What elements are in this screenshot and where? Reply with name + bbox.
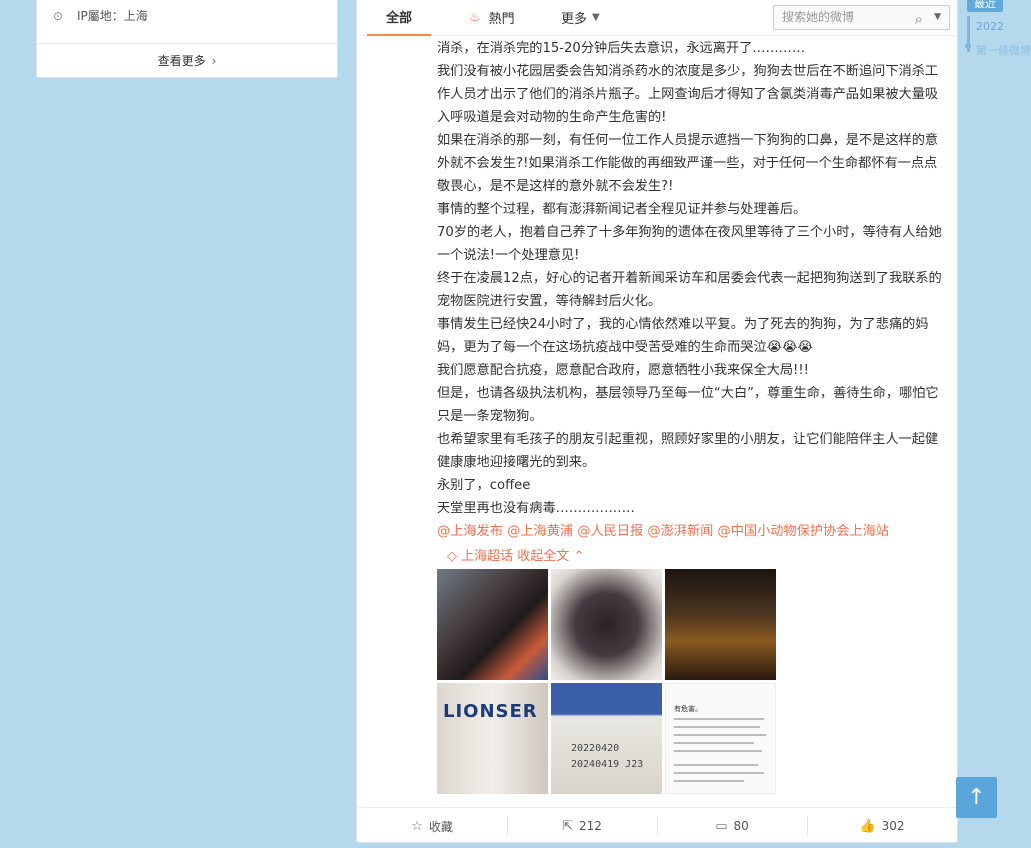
post-line: 永别了，coffee xyxy=(437,478,531,493)
document-line xyxy=(674,750,762,752)
post-line: 事情发生已经快24小时了，我的心情依然难以平复。为了死去的狗狗，为了悲痛的妈妈，… xyxy=(437,317,929,355)
photo-night-thumbnail[interactable] xyxy=(665,569,776,680)
timeline-first-post[interactable]: 第一條微博 xyxy=(976,42,1031,58)
feed-tabs: 全部 ♨ 熱門 更多 ▼ 搜索她的微博 ⌕ ▼ xyxy=(357,0,957,36)
post-line: 天堂里再也没有病毒……………… xyxy=(437,501,635,516)
search-placeholder: 搜索她的微博 xyxy=(782,10,855,24)
collect-label: 收藏 xyxy=(428,819,453,834)
post-line: 我们没有被小花园居委会告知消杀药水的浓度是多少，狗狗去世后在不断追问下消杀工作人… xyxy=(437,64,939,125)
document-line xyxy=(674,742,754,744)
post-line: 我们愿意配合抗疫，愿意配合政府，愿意牺牲小我来保全大局!!! xyxy=(437,363,809,378)
comment-button[interactable]: ▭ 80 xyxy=(657,808,807,842)
ip-location-label: IP屬地：上海 xyxy=(77,9,148,23)
tab-all-label: 全部 xyxy=(385,11,412,26)
photo-document-thumbnail[interactable]: 有危害。 xyxy=(665,683,776,794)
comment-icon: ▭ xyxy=(715,818,728,834)
photo-grid: LIONSER 20220420 20240419 J23 有危害。 xyxy=(437,569,777,794)
thumbs-up-icon: 👍 xyxy=(859,818,876,834)
profile-card: ⊙ IP屬地：上海 查看更多 › xyxy=(36,0,338,78)
post-line: 终于在凌晨12点，好心的记者开着新闻采访车和居委会代表一起把狗狗送到了我联系的宠… xyxy=(437,271,942,309)
tab-more-label: 更多 xyxy=(561,12,588,27)
location-pin-icon: ⊙ xyxy=(53,8,64,23)
topic-link[interactable]: 上海超话 xyxy=(461,549,513,564)
comment-count: 80 xyxy=(733,819,749,833)
label-date-2: 20240419 J23 xyxy=(571,759,644,770)
flame-icon: ♨ xyxy=(469,10,481,25)
photo-label-thumbnail[interactable]: 20220420 20240419 J23 xyxy=(551,683,662,794)
mention-links[interactable]: @上海发布 @上海黄浦 @人民日报 @澎湃新闻 @中国小动物保护协会上海站 xyxy=(437,520,942,543)
post-line: 也希望家里有毛孩子的朋友引起重视，照顾好家里的小朋友，让它们能陪伴主人一起健健康… xyxy=(437,432,939,470)
timeline-dot xyxy=(965,43,971,49)
bottle-brand-text: LIONSER xyxy=(443,701,538,722)
dropdown-arrow-icon[interactable]: ▼ xyxy=(934,6,941,29)
chevron-up-icon[interactable]: ⌃ xyxy=(573,549,584,564)
tab-hot[interactable]: ♨ 熱門 xyxy=(469,8,515,27)
document-line xyxy=(674,772,764,774)
post-text: 消杀，在消杀完的15-20分钟后失去意识，永远离开了………… 我们没有被小花园居… xyxy=(437,37,942,568)
post-line: 如果在消杀的那一刻，有任何一位工作人员提示遮挡一下狗狗的口鼻，是不是这样的意外就… xyxy=(437,133,939,194)
collapse-link[interactable]: 收起全文 xyxy=(517,549,569,564)
tab-hot-label: 熱門 xyxy=(488,12,515,27)
action-bar: ☆ 收藏 ⇱ 212 ▭ 80 👍 302 xyxy=(357,807,957,842)
timeline-recent[interactable]: 最近 xyxy=(967,0,1003,12)
photo-fur-thumbnail[interactable] xyxy=(551,569,662,680)
post-line: 但是，也请各级执法机构，基层领导乃至每一位“大白”，尊重生命，善待生命，哪怕它只… xyxy=(437,386,939,424)
photo-dog-thumbnail[interactable] xyxy=(437,569,548,680)
document-line xyxy=(674,734,766,736)
document-line xyxy=(674,764,758,766)
document-line xyxy=(674,726,760,728)
like-button[interactable]: 👍 302 xyxy=(807,808,957,842)
ip-location-row: ⊙ IP屬地：上海 xyxy=(53,7,148,24)
feed-card: 全部 ♨ 熱門 更多 ▼ 搜索她的微博 ⌕ ▼ 消杀，在消杀完的15-20分钟后失去… xyxy=(356,0,958,843)
document-heading: 有危害。 xyxy=(674,705,702,713)
document-line xyxy=(674,718,764,720)
like-count: 302 xyxy=(881,819,905,833)
arrow-up-icon: ↑ xyxy=(967,785,986,810)
post-line: 事情的整个过程，都有澎湃新闻记者全程见证并参与处理善后。 xyxy=(437,202,807,217)
tab-all[interactable]: 全部 xyxy=(367,0,431,36)
repost-count: 212 xyxy=(579,819,602,833)
back-to-top-button[interactable]: ↑ xyxy=(956,777,997,818)
topic-row: ◇ 上海超话 收起全文 ⌃ xyxy=(447,545,942,568)
chevron-right-icon: › xyxy=(211,54,217,68)
tab-more[interactable]: 更多 ▼ xyxy=(561,8,600,27)
share-icon: ⇱ xyxy=(562,818,573,834)
search-icon[interactable]: ⌕ xyxy=(915,8,923,31)
star-icon: ☆ xyxy=(411,818,423,834)
repost-button[interactable]: ⇱ 212 xyxy=(507,808,657,842)
label-date-1: 20220420 xyxy=(571,743,620,754)
view-more-label: 查看更多 xyxy=(157,54,206,68)
post-line: 70岁的老人，抱着自己养了十多年狗狗的遗体在夜风里等待了三个小时，等待有人给她一… xyxy=(437,225,942,263)
post-line: 消杀，在消杀完的15-20分钟后失去意识，永远离开了………… xyxy=(437,41,806,56)
view-more-link[interactable]: 查看更多 › xyxy=(37,52,337,69)
search-input[interactable]: 搜索她的微博 ⌕ ▼ xyxy=(773,5,950,30)
timeline-year[interactable]: 2022 xyxy=(976,20,1004,33)
divider xyxy=(37,43,337,44)
document-line xyxy=(674,780,744,782)
chevron-down-icon: ▼ xyxy=(592,12,600,23)
collect-button[interactable]: ☆ 收藏 xyxy=(357,808,507,842)
topic-diamond-icon: ◇ xyxy=(447,549,457,564)
photo-bottle-thumbnail[interactable]: LIONSER xyxy=(437,683,548,794)
